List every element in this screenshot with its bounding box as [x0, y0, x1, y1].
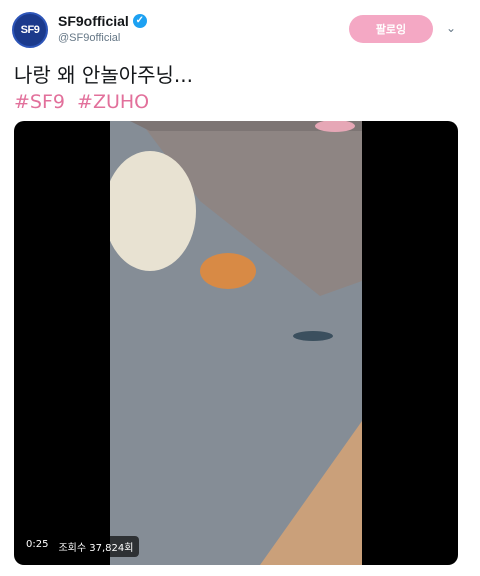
hashtag-sf9[interactable]: #SF9 — [14, 91, 65, 113]
user-handle[interactable]: @SF9official — [58, 32, 147, 44]
tweet-text: 나랑 왜 안놀아주닝... — [14, 63, 193, 87]
video-scene — [110, 121, 362, 565]
video-player[interactable]: 0:25 조회수 37,824회 — [14, 121, 458, 565]
video-time: 0:25 — [26, 539, 49, 550]
display-name[interactable]: SF9official ✓ — [58, 13, 147, 29]
verified-badge-icon: ✓ — [132, 14, 147, 28]
video-frame[interactable] — [110, 121, 362, 565]
user-info: SF9official ✓ @SF9official — [58, 13, 147, 44]
video-overlay: 0:25 조회수 37,824회 — [20, 536, 140, 557]
display-name-text[interactable]: SF9official — [58, 13, 129, 29]
hashtag-zuho[interactable]: #ZUHO — [77, 91, 149, 113]
hashtags: #SF9 #ZUHO — [14, 90, 155, 114]
cat — [200, 253, 256, 289]
chevron-down-icon[interactable]: ⌄ — [446, 21, 456, 35]
fish-toy — [293, 331, 333, 341]
avatar[interactable]: SF9 — [12, 12, 48, 48]
view-count: 조회수 37,824회 — [58, 543, 134, 554]
following-button[interactable]: 팔로잉 — [349, 15, 433, 43]
